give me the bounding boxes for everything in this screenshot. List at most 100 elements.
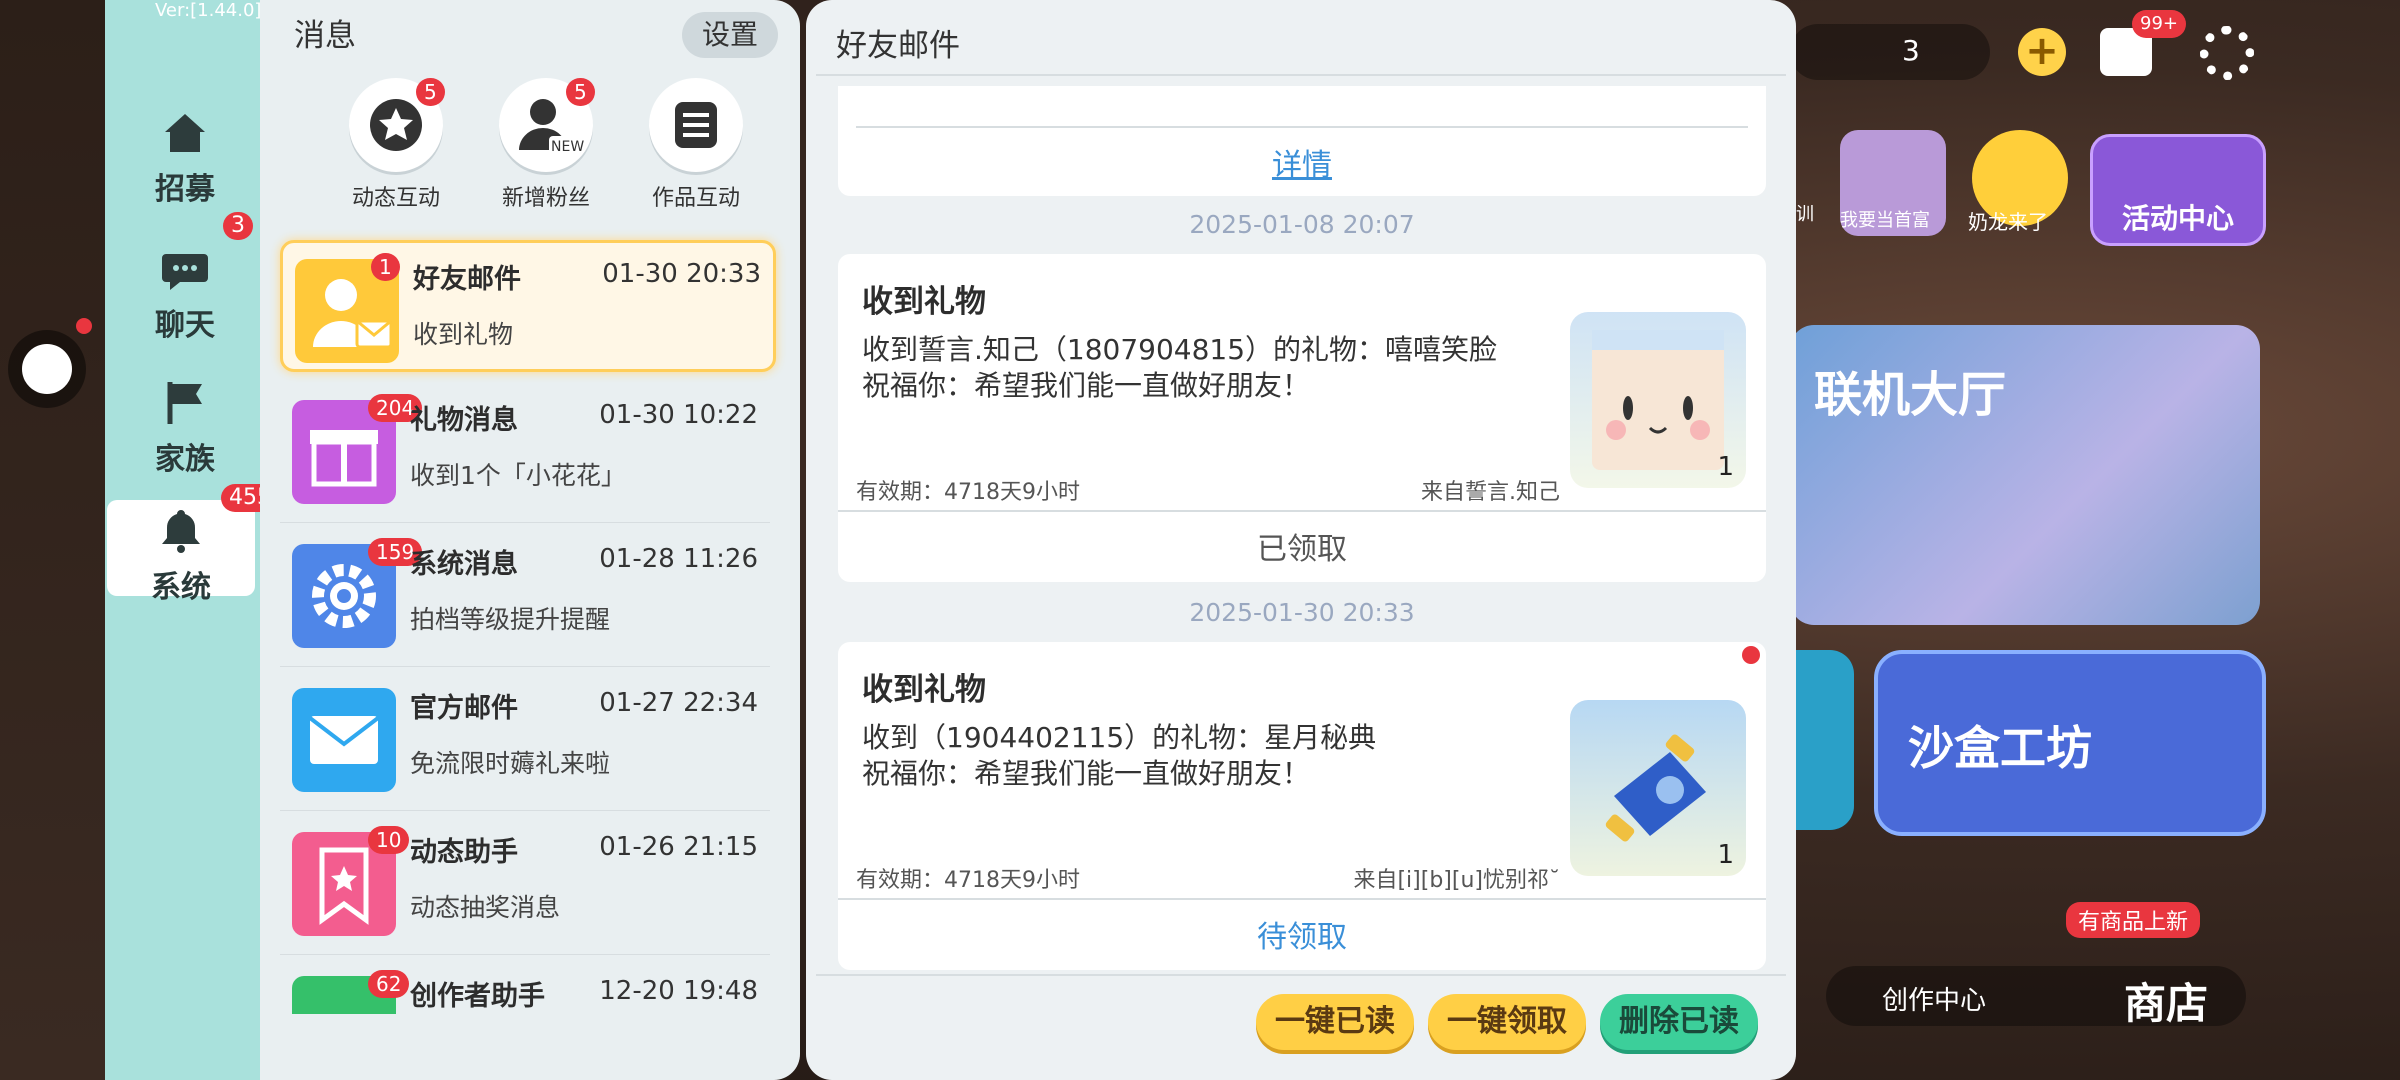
- settings-gear-icon[interactable]: [2200, 26, 2254, 80]
- claimed-status: 已领取: [1257, 532, 1347, 567]
- friend-mail-title: 好友邮件: [413, 264, 521, 295]
- joystick-dot: [76, 318, 92, 334]
- divider: [816, 74, 1786, 76]
- system-message-preview: 拍档等级提升提醒: [410, 605, 611, 634]
- official-mail-preview: 免流限时薅礼来啦: [410, 749, 611, 778]
- nav-item-system[interactable]: 系统: [107, 500, 255, 605]
- list-item-creator-assistant[interactable]: 62 创作者助手 12-20 19:48: [280, 960, 770, 1014]
- bell-icon: [162, 510, 200, 553]
- new-fans-label: 新增粉丝: [501, 186, 590, 211]
- claim-all-button[interactable]: 一键领取: [1428, 994, 1586, 1050]
- joystick[interactable]: [8, 330, 86, 408]
- chat-badge: 3: [223, 212, 253, 240]
- gift-message-time: 01-30 10:22: [599, 400, 758, 430]
- scroll-gift-icon[interactable]: 1: [1570, 700, 1746, 876]
- delete-read-button[interactable]: 删除已读: [1600, 994, 1758, 1050]
- details-link[interactable]: 详情: [838, 140, 1766, 184]
- new-fans-badge: 5: [566, 78, 595, 106]
- mail-expiry: 有效期：4718天9小时: [856, 480, 1080, 505]
- creator-center-label[interactable]: 创作中心: [1882, 980, 1986, 1017]
- activity-center-label: 活动中心: [2121, 202, 2234, 235]
- envelope-icon: [292, 688, 396, 792]
- nav-item-chat[interactable]: 聊天: [105, 236, 265, 346]
- nav-label-family: 家族: [155, 442, 215, 477]
- multiplayer-hall-label: 联机大厅: [1814, 367, 2007, 423]
- divider: [838, 510, 1766, 512]
- mail-heading: 收到礼物: [862, 672, 986, 708]
- official-mail-title: 官方邮件: [410, 693, 518, 724]
- side-mode-button[interactable]: [1790, 650, 1854, 830]
- dynamic-assistant-title: 动态助手: [410, 837, 518, 868]
- mail-sender: 来自誓言.知己: [1421, 480, 1560, 505]
- dynamic-interaction-button[interactable]: 5 动态互动: [326, 78, 466, 212]
- list-item-system-message[interactable]: 159 系统消息 01-28 11:26 拍档等级提升提醒: [280, 528, 770, 654]
- event-nailong-label: 奶龙来了: [1968, 210, 2048, 234]
- event-partial[interactable]: 训: [1796, 200, 1814, 226]
- friend-mail-count: 1: [371, 253, 400, 281]
- event-rich-label: 我要当首富: [1840, 210, 1930, 231]
- list-title: 消息: [294, 18, 356, 54]
- add-coins-button[interactable]: +: [2018, 28, 2066, 76]
- mail-date: 2025-01-30 20:33: [1189, 598, 1415, 627]
- game-background-left: [0, 0, 105, 1080]
- system-message-time: 01-28 11:26: [599, 544, 758, 574]
- multiplayer-hall-banner[interactable]: 联机大厅: [1790, 325, 2260, 625]
- coin-count: 3: [1902, 34, 1920, 67]
- system-message-title: 系统消息: [410, 549, 518, 580]
- message-list-panel: 消息 设置 5 动态互动 NEW 5 新增粉丝 作品互动 1 好友邮件 01-3…: [260, 0, 800, 1080]
- nav-item-family[interactable]: 家族: [105, 370, 265, 480]
- settings-button[interactable]: 设置: [682, 12, 778, 58]
- creator-assistant-title: 创作者助手: [410, 981, 545, 1012]
- left-nav: 招募 聊天 3 家族 系统 455: [105, 0, 279, 1080]
- work-interaction-label: 作品互动: [651, 186, 740, 211]
- dynamic-assistant-count: 10: [368, 826, 410, 854]
- previous-mail-card: 详情: [838, 86, 1766, 196]
- list-item-friend-mail[interactable]: 1 好友邮件 01-30 20:33 收到礼物: [280, 240, 776, 372]
- shop-label[interactable]: 商店: [2124, 970, 2208, 1031]
- work-interaction-button[interactable]: 作品互动: [626, 78, 766, 212]
- gift-quantity: 1: [1717, 840, 1734, 870]
- official-mail-time: 01-27 22:34: [599, 688, 758, 718]
- bottom-hud-bar: 创作中心 商店: [1826, 966, 2246, 1028]
- sandbox-workshop-button[interactable]: 沙盒工坊: [1874, 650, 2266, 836]
- friend-mail-preview: 收到礼物: [413, 320, 514, 349]
- sandbox-workshop-label: 沙盒工坊: [1908, 721, 2092, 775]
- friend-mail-time: 01-30 20:33: [602, 259, 761, 289]
- friend-mail-panel: 好友邮件 详情 2025-01-08 20:07 收到礼物 收到誓言.知己（18…: [806, 0, 1796, 1080]
- gift-quantity: 1: [1717, 452, 1734, 482]
- svg-text:NEW: NEW: [551, 139, 584, 155]
- nav-item-recruit[interactable]: 招募: [105, 100, 265, 210]
- shop-new-tag: 有商品上新: [2066, 902, 2201, 938]
- gift-message-title: 礼物消息: [410, 405, 518, 436]
- coin-counter: 3: [1790, 24, 1990, 80]
- smiley-gift-icon[interactable]: 1: [1570, 312, 1746, 488]
- dynamic-interaction-label: 动态互动: [351, 186, 440, 211]
- mail-line2: 祝福你：希望我们能一直做好朋友！: [862, 757, 1311, 790]
- flag-icon: [167, 382, 202, 424]
- mail-card: 收到礼物 收到誓言.知己（1807904815）的礼物：嘻嘻笑脸 祝福你：希望我…: [838, 254, 1766, 582]
- divider: [280, 522, 770, 523]
- creator-assistant-count: 62: [368, 970, 410, 998]
- divider: [280, 810, 770, 811]
- nav-label-recruit: 招募: [155, 172, 215, 207]
- mail-line1: 收到（1904402115）的礼物：星月秘典: [862, 721, 1377, 754]
- divider: [280, 954, 770, 955]
- dynamic-assistant-preview: 动态抽奖消息: [410, 893, 561, 922]
- new-fans-button[interactable]: NEW 5 新增粉丝: [476, 78, 616, 212]
- mail-sender: 来自[i][b][u]忧别祁˘: [1353, 868, 1560, 893]
- creator-assistant-time: 12-20 19:48: [599, 976, 758, 1006]
- mark-all-read-button[interactable]: 一键已读: [1256, 994, 1414, 1050]
- mail-heading: 收到礼物: [862, 284, 986, 320]
- list-item-dynamic-assistant[interactable]: 10 动态助手 01-26 21:15 动态抽奖消息: [280, 816, 770, 942]
- mail-line2: 祝福你：希望我们能一直做好朋友！: [862, 369, 1311, 402]
- mail-expiry: 有效期：4718天9小时: [856, 868, 1080, 893]
- mail-date: 2025-01-08 20:07: [1189, 210, 1415, 239]
- list-item-gift-message[interactable]: 204 礼物消息 01-30 10:22 收到1个「小花花」: [280, 384, 770, 510]
- claim-button[interactable]: 待领取: [838, 912, 1766, 956]
- list-item-official-mail[interactable]: 官方邮件 01-27 22:34 免流限时薅礼来啦: [280, 672, 770, 798]
- unread-dot: [1742, 646, 1760, 664]
- activity-center-button[interactable]: 活动中心: [2090, 134, 2266, 246]
- gift-message-preview: 收到1个「小花花」: [410, 461, 626, 490]
- home-icon: [165, 114, 205, 152]
- detail-title: 好友邮件: [836, 28, 960, 64]
